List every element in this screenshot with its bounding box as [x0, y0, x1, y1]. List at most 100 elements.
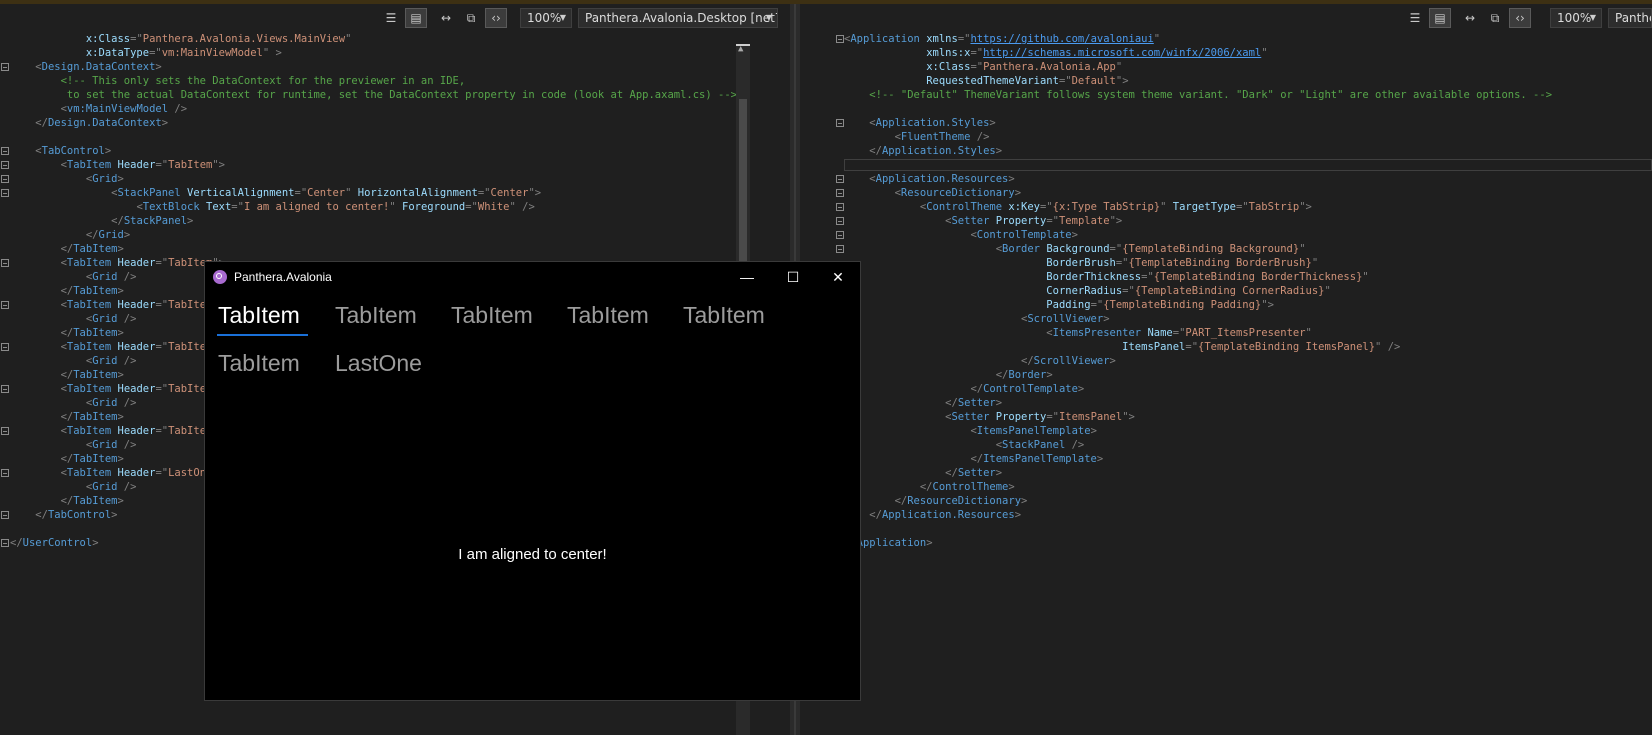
scrollbar-thumb[interactable]	[739, 99, 747, 279]
code-token: Header	[117, 159, 156, 171]
minimize-button[interactable]: —	[727, 266, 767, 288]
code-line: <StackPanel VerticalAlignment="Center" H…	[10, 186, 737, 200]
code-token: ="	[155, 383, 169, 395]
popout-icon[interactable]: ⧉	[460, 8, 482, 28]
collapse-fold-icon[interactable]	[1, 161, 9, 169]
code-line: <Border Background="{TemplateBinding Bac…	[844, 242, 1552, 256]
split-vertical-icon[interactable]: ▤	[405, 8, 427, 28]
code-token: ="	[1115, 257, 1129, 269]
code-token: >	[117, 285, 124, 297]
code-token: I am aligned to center!	[243, 201, 390, 213]
collapse-fold-icon[interactable]	[1, 189, 9, 197]
code-token: </	[945, 467, 958, 479]
collapse-fold-icon[interactable]	[1, 427, 9, 435]
collapse-fold-icon[interactable]	[1, 343, 9, 351]
tab-2[interactable]: TabItem	[335, 302, 417, 329]
popout-icon[interactable]: ⧉	[1484, 8, 1506, 28]
code-token: >	[1103, 313, 1110, 325]
code-view-icon[interactable]: ‹›	[1509, 8, 1531, 28]
zoom-select[interactable]: 100% ▼	[520, 8, 572, 28]
tab-6[interactable]: TabItem	[218, 350, 300, 377]
split-vertical-icon[interactable]: ▤	[1429, 8, 1451, 28]
split-horizontal-icon[interactable]: ☰	[1404, 8, 1426, 28]
fit-width-icon[interactable]: ↔	[435, 8, 457, 28]
code-line: <TextBlock Text="I am aligned to center!…	[10, 200, 737, 214]
code-token: </	[35, 117, 48, 129]
collapse-fold-icon[interactable]	[1, 175, 9, 183]
code-token: </	[60, 327, 74, 339]
code-link[interactable]: http://schemas.microsoft.com/winfx/2006/…	[983, 47, 1261, 59]
collapse-fold-icon[interactable]	[836, 231, 844, 239]
collapse-fold-icon[interactable]	[1, 385, 9, 393]
code-token: >	[111, 509, 118, 521]
code-token: {TemplateBinding Padding}	[1103, 299, 1262, 311]
collapse-fold-icon[interactable]	[836, 175, 844, 183]
zoom-value: 100%	[527, 11, 562, 25]
code-token: {TemplateBinding CornerRadius}	[1134, 285, 1325, 297]
collapse-fold-icon[interactable]	[1, 301, 9, 309]
collapse-fold-icon[interactable]	[836, 217, 844, 225]
maximize-button[interactable]: ☐	[773, 266, 813, 288]
code-token: ="	[294, 187, 308, 199]
collapse-fold-icon[interactable]	[836, 189, 844, 197]
collapse-fold-icon[interactable]	[836, 119, 844, 127]
collapse-fold-icon[interactable]	[1, 469, 9, 477]
right-code-editor[interactable]: <Application xmlns="https://github.com/a…	[844, 32, 1552, 550]
tab-5[interactable]: TabItem	[683, 302, 765, 329]
fit-width-icon[interactable]: ↔	[1459, 8, 1481, 28]
code-token: ="	[130, 33, 143, 45]
close-button[interactable]: ✕	[818, 266, 858, 288]
code-token: TabItem	[73, 243, 118, 255]
collapse-fold-icon[interactable]	[1, 511, 9, 519]
code-token: BorderBrush	[1046, 257, 1116, 269]
code-token: Application.Resources	[875, 173, 1009, 185]
code-token: Property	[995, 411, 1047, 423]
tab-4[interactable]: TabItem	[567, 302, 649, 329]
code-token: </	[10, 537, 23, 549]
collapse-fold-icon[interactable]	[1, 259, 9, 267]
code-token: <!-- This only sets the DataContext for …	[60, 75, 466, 87]
scroll-up-icon[interactable]: ▲	[738, 44, 743, 54]
collapse-fold-icon[interactable]	[836, 35, 844, 43]
code-token: ="	[155, 299, 169, 311]
split-horizontal-icon[interactable]: ☰	[380, 8, 402, 28]
collapse-fold-icon[interactable]	[1, 63, 9, 71]
code-token: Panthera.Avalonia.App	[983, 61, 1116, 73]
code-token: Name	[1147, 327, 1173, 339]
code-token: Grid	[92, 439, 118, 451]
target-select[interactable]: Panthe	[1608, 8, 1652, 28]
code-token: UserControl	[22, 537, 93, 549]
code-token: {TemplateBinding BorderThickness}	[1153, 271, 1363, 283]
chevron-down-icon: ▼	[1589, 13, 1596, 22]
code-token: {TemplateBinding BorderBrush}	[1128, 257, 1312, 269]
code-line: <StackPanel />	[844, 438, 1552, 452]
code-line: </ControlTemplate>	[844, 382, 1552, 396]
collapse-fold-icon[interactable]	[1, 539, 9, 547]
tab-1[interactable]: TabItem	[218, 302, 300, 329]
code-link[interactable]: https://github.com/avaloniaui	[970, 33, 1153, 45]
window-titlebar[interactable]: Panthera.Avalonia — ☐ ✕	[205, 262, 860, 292]
tab-3[interactable]: TabItem	[451, 302, 533, 329]
code-token: Grid	[98, 229, 124, 241]
code-line: </ItemsPanelTemplate>	[844, 452, 1552, 466]
code-view-icon[interactable]: ‹›	[485, 8, 507, 28]
code-token: Application	[856, 537, 927, 549]
code-token: "	[345, 33, 352, 45]
code-token: </	[60, 285, 74, 297]
zoom-select[interactable]: 100% ▼	[1550, 8, 1602, 28]
collapse-fold-icon[interactable]	[836, 245, 844, 253]
target-select[interactable]: Panthera.Avalonia.Desktop [net7.0] ▼	[578, 8, 778, 28]
code-token: </	[945, 397, 958, 409]
collapse-fold-icon[interactable]	[1, 147, 9, 155]
collapse-fold-icon[interactable]	[836, 203, 844, 211]
tab-last-one[interactable]: LastOne	[335, 350, 422, 377]
